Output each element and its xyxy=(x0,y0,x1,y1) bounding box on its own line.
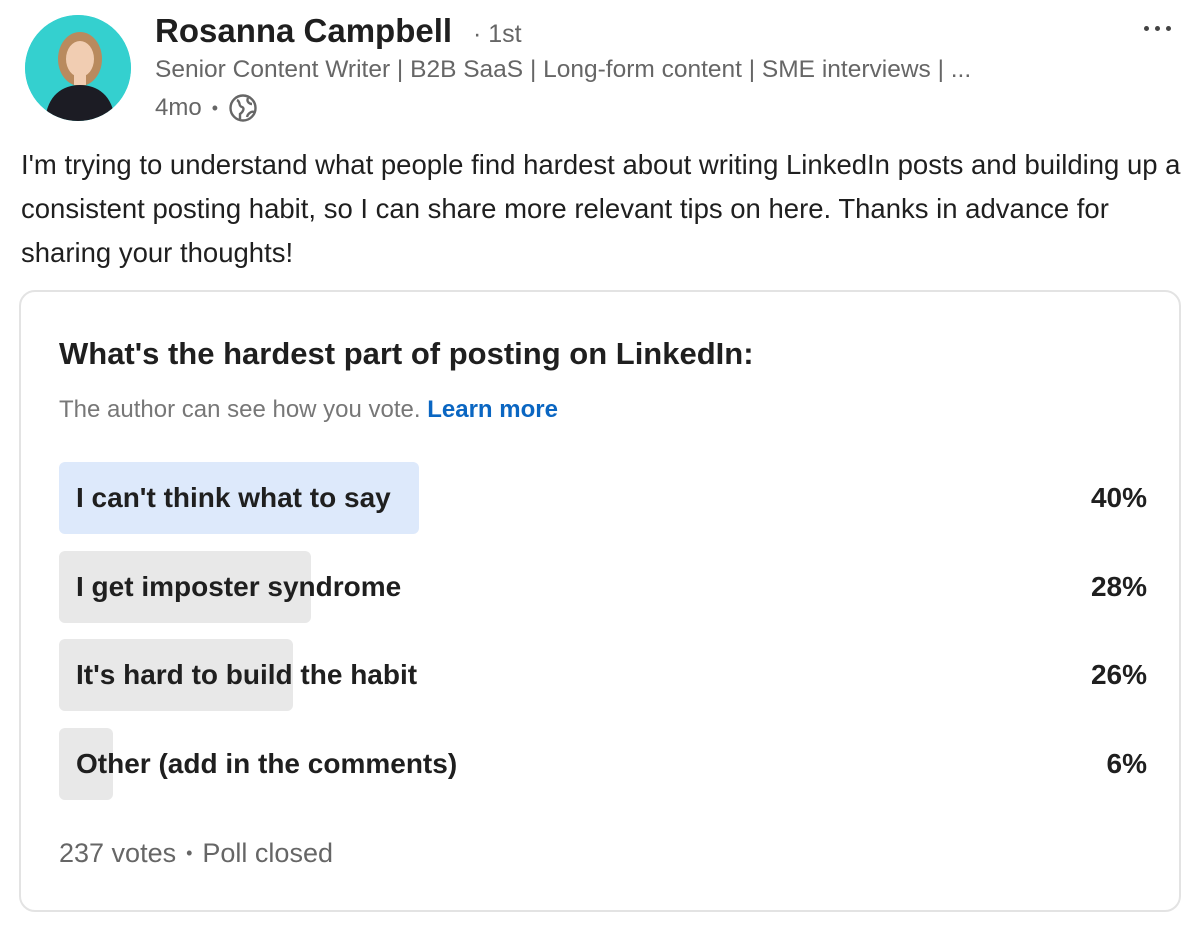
poll-card: What's the hardest part of posting on Li… xyxy=(19,290,1181,912)
poll-option: I can't think what to say 40% xyxy=(59,462,1147,534)
more-dot-icon xyxy=(1154,25,1160,31)
more-dot-icon xyxy=(1143,25,1149,31)
more-dot-icon xyxy=(1165,25,1171,31)
poll-option-label: I get imposter syndrome xyxy=(76,571,402,602)
poll-vote-count[interactable]: 237 votes xyxy=(59,838,176,869)
poll-question: What's the hardest part of posting on Li… xyxy=(59,336,754,371)
post-time: 4mo xyxy=(155,94,202,121)
poll-option-label: Other (add in the comments) xyxy=(76,748,458,779)
author-avatar[interactable] xyxy=(25,15,131,121)
poll-option: It's hard to build the habit 26% xyxy=(59,639,1147,711)
poll-option-label: It's hard to build the habit xyxy=(76,659,418,690)
author-name[interactable]: Rosanna Campbell xyxy=(155,12,452,50)
poll-option-percent: 40% xyxy=(1090,482,1147,513)
poll-option: I get imposter syndrome 28% xyxy=(59,551,1147,623)
learn-more-link[interactable]: Learn more xyxy=(427,396,558,423)
poll-option-percent: 6% xyxy=(1106,748,1147,779)
poll-status: Poll closed xyxy=(202,838,333,868)
poll-footer: 237 votes • Poll closed xyxy=(59,838,333,869)
poll-option-percent: 26% xyxy=(1090,659,1147,690)
meta-separator: • xyxy=(211,97,218,118)
post-text: I'm trying to understand what people fin… xyxy=(21,149,1181,268)
footer-separator: • xyxy=(186,843,193,863)
avatar-photo xyxy=(25,15,131,121)
poll-note-text: The author can see how you vote. xyxy=(59,396,421,423)
more-options-button[interactable] xyxy=(1132,8,1182,48)
globe-icon xyxy=(229,94,257,122)
post-meta: 4mo • xyxy=(155,92,258,124)
poll-option-percent: 28% xyxy=(1090,571,1147,602)
author-headline: Senior Content Writer | B2B SaaS | Long-… xyxy=(155,56,972,83)
poll-visibility-note: The author can see how you vote. Learn m… xyxy=(59,396,558,424)
poll-option: Other (add in the comments) 6% xyxy=(59,728,1147,800)
poll-option-label: I can't think what to say xyxy=(76,482,391,513)
connection-degree: · 1st xyxy=(473,20,522,48)
feed-post: Rosanna Campbell · 1st Senior Content Wr… xyxy=(0,0,1200,926)
